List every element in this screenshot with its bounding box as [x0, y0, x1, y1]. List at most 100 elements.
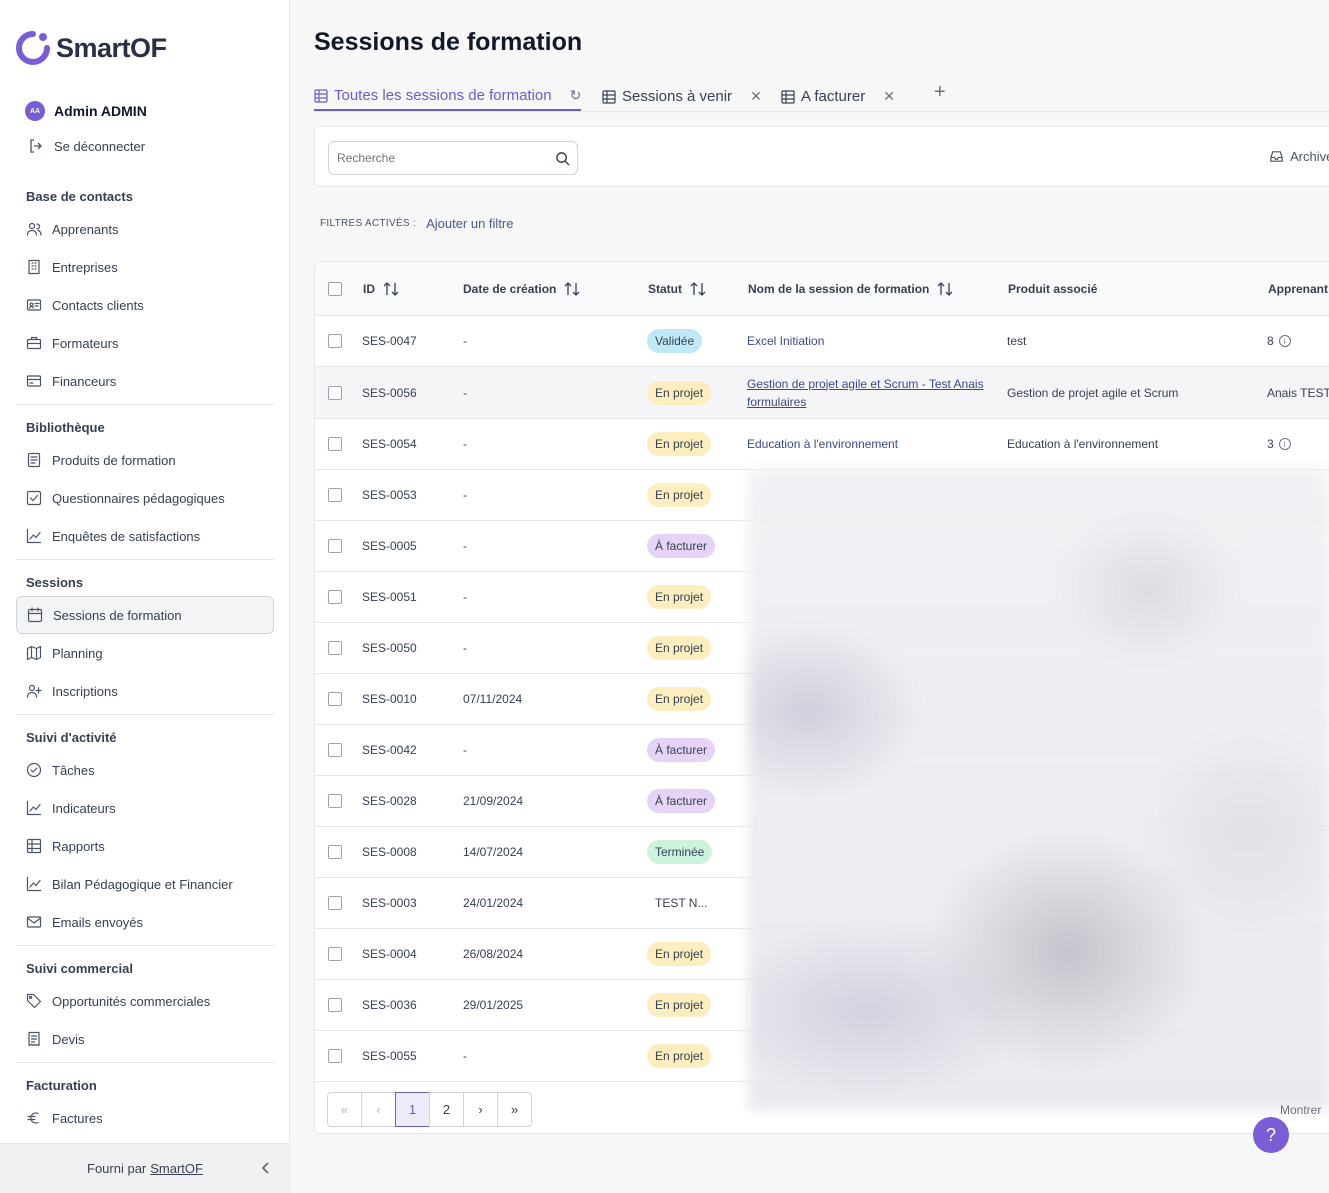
sidebar-item-bilan-p-dagogique-et-financier[interactable]: Bilan Pédagogique et Financier: [16, 865, 274, 903]
users-icon: [26, 222, 42, 236]
row-checkbox[interactable]: [328, 776, 342, 826]
add-tab-icon[interactable]: +: [934, 78, 946, 107]
sort-icon[interactable]: [564, 281, 580, 297]
main-content: Sessions de formation Toutes les session…: [314, 0, 1329, 1193]
sidebar-item-financeurs[interactable]: Financeurs: [16, 362, 274, 400]
search-input[interactable]: [329, 142, 539, 174]
session-id: SES-0008: [362, 845, 417, 859]
row-checkbox[interactable]: [328, 980, 342, 1030]
sidebar-item-enqu-tes-de-satisfactions[interactable]: Enquêtes de satisfactions: [16, 517, 274, 555]
first-page-button[interactable]: «: [327, 1092, 362, 1127]
row-checkbox[interactable]: [328, 419, 342, 469]
row-checkbox[interactable]: [328, 521, 342, 571]
row-checkbox[interactable]: [328, 572, 342, 622]
sidebar-item-questionnaires-p-dagogiques[interactable]: Questionnaires pédagogiques: [16, 479, 274, 517]
footer-link[interactable]: SmartOF: [150, 1161, 203, 1176]
next-page-button[interactable]: ›: [463, 1092, 498, 1127]
sidebar-item-entreprises[interactable]: Entreprises: [16, 248, 274, 286]
archive-button[interactable]: Archive: [1269, 149, 1329, 164]
sort-icon[interactable]: [383, 281, 399, 297]
logout-button[interactable]: Se déconnecter: [28, 138, 145, 154]
sidebar-item-indicateurs[interactable]: Indicateurs: [16, 789, 274, 827]
row-checkbox[interactable]: [328, 674, 342, 724]
row-checkbox[interactable]: [328, 1031, 342, 1081]
info-icon[interactable]: i: [1278, 335, 1291, 347]
column-id[interactable]: ID: [363, 262, 399, 316]
tab-upcoming-sessions[interactable]: Sessions à venir ✕: [602, 82, 762, 111]
status-cell: Terminée: [647, 827, 713, 877]
tab-to-invoice[interactable]: A facturer ✕: [781, 82, 895, 111]
filters-label: FILTRES ACTIVÉS :: [320, 218, 417, 229]
close-icon[interactable]: ✕: [883, 88, 895, 105]
refresh-icon[interactable]: ↻: [570, 87, 582, 104]
logo-mark-icon: [16, 31, 50, 65]
sort-icon[interactable]: [690, 281, 706, 297]
sidebar-item-produits-de-formation[interactable]: Produits de formation: [16, 441, 274, 479]
table-row[interactable]: SES-0047 - Validée Excel Initiation test 8 i: [315, 316, 1329, 367]
column-learners[interactable]: Apprenant: [1268, 262, 1328, 316]
row-checkbox[interactable]: [328, 929, 342, 979]
search-field[interactable]: [328, 141, 578, 175]
sidebar-item-devis[interactable]: Devis: [16, 1020, 274, 1058]
tab-all-sessions[interactable]: Toutes les sessions de formation ↻: [314, 82, 582, 111]
column-product[interactable]: Produit associé: [1008, 262, 1097, 316]
sidebar-item-opportunit-s-commerciales[interactable]: Opportunités commerciales: [16, 982, 274, 1020]
page-button-1[interactable]: 1: [395, 1092, 430, 1127]
tab-label: A facturer: [801, 88, 866, 105]
sidebar-item-factures[interactable]: Factures: [16, 1099, 274, 1137]
session-name-link[interactable]: Excel Initiation: [747, 334, 824, 348]
session-id: SES-0047: [362, 334, 417, 348]
nav-divider: [16, 404, 274, 405]
column-session-name[interactable]: Nom de la session de formation: [748, 262, 953, 316]
brand-logo[interactable]: SmartOF: [16, 30, 167, 66]
row-checkbox[interactable]: [328, 470, 342, 520]
sidebar-item-inscriptions[interactable]: Inscriptions: [16, 672, 274, 710]
last-page-button[interactable]: »: [497, 1092, 532, 1127]
prev-page-button[interactable]: ‹: [361, 1092, 396, 1127]
row-checkbox[interactable]: [328, 827, 342, 877]
sidebar-item-sessions-de-formation[interactable]: Sessions de formation: [16, 596, 274, 634]
column-status[interactable]: Statut: [648, 262, 706, 316]
row-checkbox[interactable]: [328, 367, 342, 418]
collapse-sidebar-icon[interactable]: [258, 1160, 274, 1176]
creation-date: -: [463, 488, 467, 502]
row-checkbox[interactable]: [328, 725, 342, 775]
page-button-2[interactable]: 2: [429, 1092, 464, 1127]
table-row[interactable]: SES-0054 - En projet Education à l'environn…: [315, 419, 1329, 470]
sidebar-item-label: Contacts clients: [52, 297, 144, 313]
row-checkbox[interactable]: [328, 623, 342, 673]
table-row[interactable]: SES-0056 - En projet Gestion de projet agil…: [315, 367, 1329, 419]
session-id: SES-0042: [362, 743, 417, 757]
column-creation-date[interactable]: Date de création: [463, 262, 580, 316]
add-filter-button[interactable]: Ajouter un filtre: [426, 216, 513, 231]
session-name-link[interactable]: Education à l'environnement: [747, 437, 898, 451]
close-icon[interactable]: ✕: [750, 88, 762, 105]
sidebar-item-t-ches[interactable]: Tâches: [16, 751, 274, 789]
sidebar-item-rapports[interactable]: Rapports: [16, 827, 274, 865]
status-badge: Validée: [647, 329, 703, 353]
session-name-cell: Education à l'environnement: [747, 419, 898, 469]
status-badge: Terminée: [647, 840, 713, 864]
sidebar-item-apprenants[interactable]: Apprenants: [16, 210, 274, 248]
creation-date: -: [463, 334, 467, 348]
id-card-icon: [26, 299, 42, 311]
select-all-checkbox[interactable]: [328, 262, 342, 316]
sidebar-item-label: Bilan Pédagogique et Financier: [52, 876, 233, 892]
sort-icon[interactable]: [937, 281, 953, 297]
help-button[interactable]: ?: [1253, 1117, 1289, 1153]
info-icon[interactable]: i: [1278, 438, 1291, 450]
sidebar-item-contacts-clients[interactable]: Contacts clients: [16, 286, 274, 324]
sidebar-item-planning[interactable]: Planning: [16, 634, 274, 672]
page-size-label[interactable]: Montrer: [1280, 1103, 1321, 1117]
table-icon: [602, 89, 616, 104]
redacted-area: [748, 470, 1329, 1110]
status-badge: En projet: [647, 585, 712, 609]
sidebar-item-label: Indicateurs: [52, 800, 116, 816]
sidebar-item-emails-envoy-s[interactable]: Emails envoyés: [16, 903, 274, 941]
row-checkbox[interactable]: [328, 878, 342, 928]
user-profile[interactable]: AA Admin ADMIN: [25, 101, 147, 121]
nav-divider: [16, 559, 274, 560]
session-name-link[interactable]: Gestion de projet agile et Scrum - Test …: [747, 375, 987, 411]
sidebar-item-formateurs[interactable]: Formateurs: [16, 324, 274, 362]
row-checkbox[interactable]: [328, 316, 342, 366]
